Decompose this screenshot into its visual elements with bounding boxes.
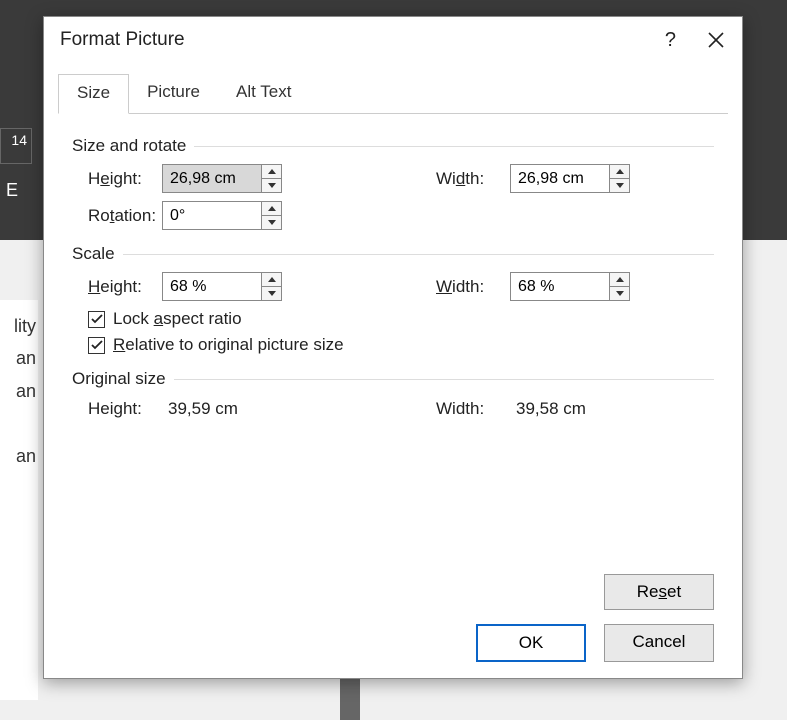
- original-width-group: Width: 39,58 cm: [420, 399, 680, 419]
- rotation-label: Rotation:: [72, 206, 162, 226]
- original-width-value: 39,58 cm: [510, 399, 586, 419]
- width-label: Width:: [420, 169, 510, 189]
- original-height-label: Height:: [72, 399, 162, 419]
- scale-width-spin-down[interactable]: [610, 287, 629, 300]
- rotation-field-group: Rotation:: [72, 201, 372, 230]
- tab-alt-text[interactable]: Alt Text: [218, 74, 309, 114]
- format-picture-dialog: Format Picture ? Size Picture Alt Text S…: [43, 16, 743, 679]
- spinner-buttons: [261, 273, 281, 300]
- scale-height-label: Height:: [72, 277, 162, 297]
- section-rule: [194, 146, 714, 147]
- chevron-up-icon: [268, 169, 276, 174]
- row-scale: Height:: [72, 272, 714, 301]
- spinner-buttons: [609, 273, 629, 300]
- scale-height-input[interactable]: [163, 273, 261, 300]
- spinner-buttons: [261, 202, 281, 229]
- background-left-text: lity an an an: [0, 300, 38, 700]
- width-spin-down[interactable]: [610, 179, 629, 192]
- background-column-letter: E: [6, 180, 18, 201]
- chevron-up-icon: [268, 206, 276, 211]
- reset-button[interactable]: Reset: [604, 574, 714, 610]
- chevron-down-icon: [268, 183, 276, 188]
- relative-row: Relative to original picture size: [88, 335, 714, 355]
- check-icon: [91, 314, 103, 324]
- height-spin-down[interactable]: [262, 179, 281, 192]
- section-original: Original size: [72, 369, 714, 389]
- scale-height-group: Height:: [72, 272, 372, 301]
- original-width-label: Width:: [420, 399, 510, 419]
- chevron-down-icon: [268, 291, 276, 296]
- width-input[interactable]: [511, 165, 609, 192]
- dialog-footer: OK Cancel: [44, 610, 742, 678]
- help-button[interactable]: ?: [661, 28, 680, 52]
- chevron-down-icon: [616, 291, 624, 296]
- original-height-value: 39,59 cm: [162, 399, 238, 419]
- section-label: Scale: [72, 244, 115, 264]
- height-label: Height:: [72, 169, 162, 189]
- relative-label: Relative to original picture size: [113, 335, 344, 355]
- rotation-input[interactable]: [163, 202, 261, 229]
- check-icon: [91, 340, 103, 350]
- scale-width-group: Width:: [420, 272, 680, 301]
- rotation-spinner: [162, 201, 282, 230]
- height-spinner: [162, 164, 282, 193]
- chevron-up-icon: [616, 277, 624, 282]
- lock-aspect-label: Lock aspect ratio: [113, 309, 242, 329]
- section-label: Size and rotate: [72, 136, 186, 156]
- titlebar-buttons: ?: [661, 28, 728, 52]
- scale-width-input[interactable]: [511, 273, 609, 300]
- dialog-titlebar: Format Picture ?: [44, 17, 742, 63]
- width-spinner: [510, 164, 630, 193]
- height-field-group: Height:: [72, 164, 372, 193]
- tab-size[interactable]: Size: [58, 74, 129, 114]
- spinner-buttons: [261, 165, 281, 192]
- background-vertical-bar: [340, 676, 360, 720]
- section-label: Original size: [72, 369, 166, 389]
- section-scale: Scale: [72, 244, 714, 264]
- row-rotation: Rotation:: [72, 201, 714, 230]
- scale-height-spinner: [162, 272, 282, 301]
- close-icon: [708, 32, 724, 48]
- width-field-group: Width:: [420, 164, 680, 193]
- section-rule: [123, 254, 714, 255]
- close-button[interactable]: [704, 30, 728, 50]
- lock-aspect-checkbox[interactable]: [88, 311, 105, 328]
- scale-width-label: Width:: [420, 277, 510, 297]
- height-spin-up[interactable]: [262, 165, 281, 179]
- chevron-up-icon: [268, 277, 276, 282]
- dialog-content: Size and rotate Height:: [44, 114, 742, 574]
- chevron-down-icon: [268, 220, 276, 225]
- cancel-button[interactable]: Cancel: [604, 624, 714, 662]
- background-slide-number: 14: [0, 128, 32, 164]
- ok-button[interactable]: OK: [476, 624, 586, 662]
- relative-checkbox[interactable]: [88, 337, 105, 354]
- tab-strip: Size Picture Alt Text: [58, 73, 728, 114]
- row-size: Height:: [72, 164, 714, 193]
- width-spin-up[interactable]: [610, 165, 629, 179]
- dialog-title: Format Picture: [60, 29, 185, 51]
- scale-width-spin-up[interactable]: [610, 273, 629, 287]
- scale-height-spin-up[interactable]: [262, 273, 281, 287]
- chevron-up-icon: [616, 169, 624, 174]
- rotation-spin-down[interactable]: [262, 216, 281, 229]
- section-rule: [174, 379, 714, 380]
- section-size-rotate: Size and rotate: [72, 136, 714, 156]
- scale-width-spinner: [510, 272, 630, 301]
- original-height-group: Height: 39,59 cm: [72, 399, 372, 419]
- reset-row: Reset: [44, 574, 742, 610]
- rotation-spin-up[interactable]: [262, 202, 281, 216]
- spinner-buttons: [609, 165, 629, 192]
- row-original: Height: 39,59 cm Width: 39,58 cm: [72, 399, 714, 419]
- lock-aspect-row: Lock aspect ratio: [88, 309, 714, 329]
- chevron-down-icon: [616, 183, 624, 188]
- height-input[interactable]: [163, 165, 261, 192]
- tab-picture[interactable]: Picture: [129, 74, 218, 114]
- scale-height-spin-down[interactable]: [262, 287, 281, 300]
